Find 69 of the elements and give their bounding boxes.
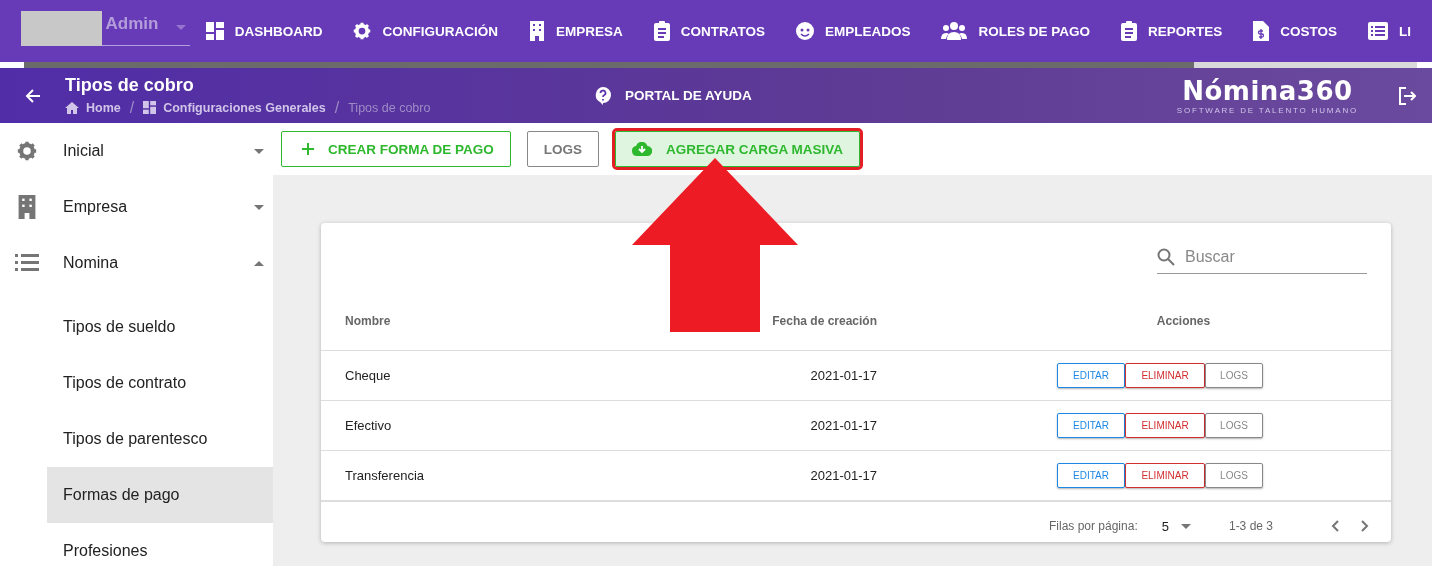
home-icon [65, 101, 79, 114]
search-icon [1157, 248, 1175, 266]
breadcrumb-link[interactable]: Configuraciones Generales [163, 100, 326, 115]
face-icon [795, 22, 814, 40]
row-action-button[interactable]: EDITAR [1057, 363, 1125, 388]
table-cell: Efectivo [345, 418, 392, 433]
nav-link[interactable]: EMPRESA [528, 21, 623, 41]
sidebar-item[interactable]: Nomina [0, 235, 273, 291]
gear-icon [353, 22, 372, 40]
table-cell: 2021-01-17 [810, 468, 877, 483]
chevron-left-icon[interactable] [1331, 520, 1339, 532]
sidebar-item[interactable]: Inicial [0, 123, 273, 179]
column-header: Nombre [321, 292, 646, 351]
sidebar-subitem[interactable]: Profesiones [47, 523, 273, 566]
plus-icon [302, 143, 314, 155]
nav-link[interactable]: LI [1368, 22, 1411, 40]
toolbar-button[interactable]: LOGS [526, 131, 600, 167]
document-icon [1253, 21, 1270, 41]
nav-link[interactable]: ROLES DE PAGO [941, 22, 1090, 40]
sidebar-subitem[interactable]: Formas de pago [47, 467, 273, 523]
list-icon [15, 254, 39, 272]
breadcrumb-separator: / [334, 98, 340, 117]
column-header: Acciones [877, 292, 1391, 351]
caret-icon [1180, 523, 1191, 529]
dashboard-icon [205, 22, 224, 40]
row-action-button[interactable]: ELIMINAR [1125, 413, 1205, 438]
brand-name: Nómina360 [1182, 76, 1353, 105]
nav-link[interactable]: COSTOS [1253, 21, 1337, 41]
breadcrumb-separator: / [129, 98, 135, 117]
sidebar-subitem[interactable]: Tipos de parentesco [47, 411, 273, 467]
row-action-button[interactable]: EDITAR [1057, 413, 1125, 438]
row-action-button[interactable]: ELIMINAR [1125, 463, 1205, 488]
caret-icon [175, 25, 186, 30]
help-link[interactable]: PORTAL DE AYUDA [625, 88, 752, 103]
sidebar-item[interactable]: Empresa [0, 179, 273, 235]
table-cell: Cheque [345, 368, 391, 383]
page-range: 1-3 de 3 [1228, 519, 1273, 533]
people-icon [941, 22, 968, 40]
table-cell: Transferencia [345, 468, 424, 483]
back-arrow-icon[interactable] [25, 87, 41, 104]
nav-link[interactable]: CONTRATOS [653, 21, 765, 41]
dashboard-icon [143, 101, 157, 114]
help-icon [595, 86, 611, 105]
nav-link[interactable]: CONFIGURACIÓN [353, 22, 498, 40]
nav-link[interactable]: EMPLEADOS [795, 22, 911, 40]
row-action-button[interactable]: LOGS [1205, 463, 1263, 488]
nav-link[interactable]: REPORTES [1120, 21, 1223, 41]
cloud-download-icon [632, 142, 653, 156]
rows-per-page-label: Filas por página: [1049, 519, 1138, 533]
nav-link[interactable]: DASHBOARD [205, 22, 323, 40]
row-action-button[interactable]: LOGS [1205, 413, 1263, 438]
row-action-button[interactable]: LOGS [1205, 363, 1263, 388]
sidebar-subitem[interactable]: Tipos de contrato [47, 355, 273, 411]
table-cell: 2021-01-17 [810, 368, 877, 383]
list-icon [1368, 22, 1388, 40]
brand-tagline: SOFTWARE DE TALENTO HUMANO [1176, 105, 1358, 115]
gear-icon [15, 141, 39, 161]
clipboard-icon [1120, 21, 1137, 41]
chevron-right-icon[interactable] [1361, 520, 1369, 532]
row-action-button[interactable]: EDITAR [1057, 463, 1125, 488]
page-title: Tipos de cobro [65, 74, 195, 96]
table-cell: 2021-01-17 [810, 418, 877, 433]
sidebar-subitem[interactable]: Tipos de sueldo [47, 299, 273, 355]
building-icon [528, 21, 545, 41]
clipboard-icon [653, 21, 670, 41]
breadcrumb-link[interactable]: Home [86, 100, 121, 115]
rows-per-page-select[interactable]: 5 [1161, 518, 1191, 534]
logout-icon[interactable] [1398, 86, 1416, 105]
row-action-button[interactable]: ELIMINAR [1125, 363, 1205, 388]
